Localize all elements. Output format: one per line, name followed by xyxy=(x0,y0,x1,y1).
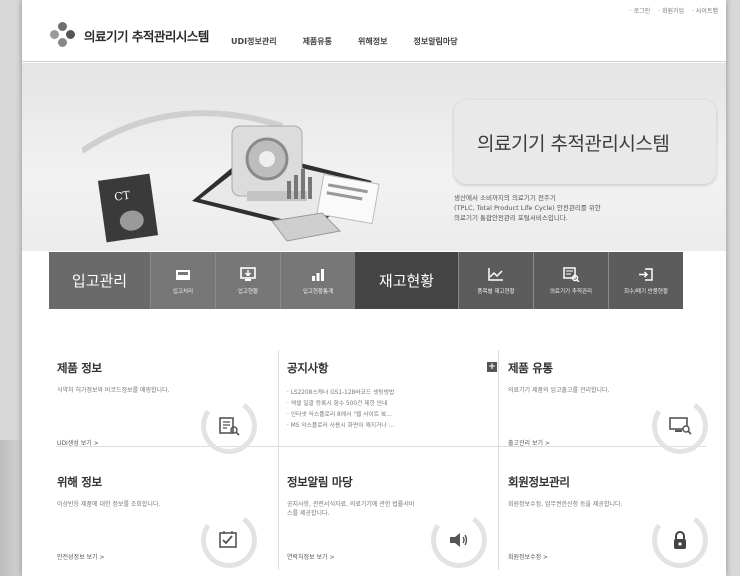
card-desc: 회원정보수정, 업무권한신청 등을 제공합니다. xyxy=(508,501,623,508)
hero-banner: CT 의료기기 추적관리시스템 생산에서 소비까지의 의료기기 전주기 (TPL… xyxy=(22,63,726,251)
menu-stock-in[interactable]: 입고관리 xyxy=(49,252,150,309)
logo-dots-icon xyxy=(50,22,76,48)
inbox-icon xyxy=(176,269,190,280)
menu-inventory[interactable]: 재고현황 xyxy=(355,252,458,309)
card-notice: 공지사항 + LS2208스캐너 GS1-128바코드 셋팅방법 엑셀 일괄 등… xyxy=(287,360,497,470)
menu-stock-status[interactable]: 입고현황 xyxy=(215,252,280,309)
hero-description: 생산에서 소비까지의 의료기기 전주기 (TPLC, Total Product… xyxy=(454,193,684,223)
site-logo[interactable]: 의료기기 추적관리시스템 xyxy=(50,22,209,48)
notice-item[interactable]: LS2208스캐너 GS1-128바코드 셋팅방법 xyxy=(287,388,497,399)
nav-hazard[interactable]: 위해정보 xyxy=(358,36,387,47)
document-search-icon xyxy=(219,417,240,436)
menu-label: 입고현황통계 xyxy=(302,288,334,295)
hero-title-box: 의료기기 추적관리시스템 xyxy=(454,100,716,184)
signup-link[interactable]: 회원가입 xyxy=(658,6,684,15)
document-search-icon xyxy=(563,266,580,282)
hero-desc-line: 생산에서 소비까지의 의료기기 전주기 xyxy=(454,194,556,202)
menu-stock-process[interactable]: 입고처리 xyxy=(150,252,215,309)
safety-info-link[interactable]: 안전성정보 보기 > xyxy=(57,552,104,561)
card-title: 제품 유통 xyxy=(508,361,553,375)
page: 로그인 회원가입 사이트맵 의료기기 추적관리시스템 UDI정보관리 제품유통 … xyxy=(22,0,726,576)
site-header: 로그인 회원가입 사이트맵 의료기기 추적관리시스템 UDI정보관리 제품유통 … xyxy=(22,0,726,62)
hero-desc-line: (TPLC, Total Product Life Cycle) 안전관리를 위… xyxy=(454,204,601,212)
card-desc: 이상반응 제품에 대한 정보를 조회합니다. xyxy=(57,501,161,508)
notice-item[interactable]: MS 익스플로러 사용시 화면이 깨지거나 ... xyxy=(287,421,497,432)
quick-menu-bar: 입고관리 입고처리 입고현황 입고현황통계 재고현황 품목별 재고현황 의료기기… xyxy=(49,252,713,309)
divider xyxy=(498,350,499,570)
hero-title: 의료기기 추적관리시스템 xyxy=(477,133,670,155)
main-nav: UDI정보관리 제품유통 위해정보 정보알림마당 xyxy=(231,36,458,47)
utility-links: 로그인 회원가입 사이트맵 xyxy=(630,6,718,15)
card-info-board: 정보알림 마당 공지사항, 관련서식자료, 의료기기에 관한 법률서비스를 제공… xyxy=(287,474,497,576)
lock-icon xyxy=(674,531,686,549)
card-title: 제품 정보 xyxy=(57,361,102,375)
line-chart-icon xyxy=(488,267,503,281)
menu-label: 입고현황 xyxy=(237,288,259,295)
nav-info-board[interactable]: 정보알림마당 xyxy=(413,36,457,47)
nav-distribution[interactable]: 제품유통 xyxy=(303,36,332,47)
info-cards: 제품 정보 식약처 허가정보와 바코드정보를 매핑합니다. UDI생성 보기 >… xyxy=(22,330,726,576)
notice-more-button[interactable]: + xyxy=(487,362,497,372)
notice-item[interactable]: 인터넷 익스플로러 8에서 "웹 사이트 복... xyxy=(287,410,497,421)
login-link[interactable]: 로그인 xyxy=(630,6,651,15)
menu-label: 회수/폐기 반품현황 xyxy=(623,288,669,295)
menu-label: 입고처리 xyxy=(172,288,194,295)
speaker-icon xyxy=(450,533,468,547)
menu-stock-stats[interactable]: 입고현황통계 xyxy=(280,252,355,309)
checklist-icon xyxy=(219,531,237,548)
card-member: 회원정보관리 회원정보수정, 업무권한신청 등을 제공합니다. 회원정보수정 > xyxy=(508,474,718,576)
card-desc: 공지사항, 관련서식자료, 의료기기에 관한 법률서비스를 제공합니다. xyxy=(287,501,415,517)
notice-list: LS2208스캐너 GS1-128바코드 셋팅방법 엑셀 일괄 등록시 항수 5… xyxy=(287,388,497,432)
monitor-download-icon xyxy=(240,266,256,281)
menu-tracking[interactable]: 의료기기 추적관리 xyxy=(533,252,608,309)
card-distribution: 제품 유통 의료기기 제품의 입고출고를 관리합니다. 출고관리 보기 > xyxy=(508,360,718,470)
ct-label: CT xyxy=(113,189,131,204)
nav-udi[interactable]: UDI정보관리 xyxy=(231,36,277,47)
bar-chart-icon xyxy=(312,268,324,281)
card-title: 위해 정보 xyxy=(57,475,102,489)
hero-illustration: CT xyxy=(82,110,380,243)
card-title: 회원정보관리 xyxy=(508,475,570,489)
notice-item[interactable]: 엑셀 일괄 등록시 항수 500건 제한 안내 xyxy=(287,399,497,410)
card-desc: 의료기기 제품의 입고출고를 관리합니다. xyxy=(508,387,610,394)
contact-info-link[interactable]: 연락처정보 보기 > xyxy=(287,552,334,561)
menu-label: 품목별 재고현황 xyxy=(477,288,515,295)
udi-create-link[interactable]: UDI생성 보기 > xyxy=(57,438,99,447)
card-hazard: 위해 정보 이상반응 제품에 대한 정보를 조회합니다. 안전성정보 보기 > xyxy=(57,474,267,576)
shipping-manage-link[interactable]: 출고관리 보기 > xyxy=(508,438,550,447)
card-title: 공지사항 xyxy=(287,361,329,375)
monitor-search-icon xyxy=(669,417,692,435)
menu-return[interactable]: 회수/폐기 반품현황 xyxy=(608,252,683,309)
menu-label: 의료기기 추적관리 xyxy=(549,288,593,295)
sitemap-link[interactable]: 사이트맵 xyxy=(692,6,718,15)
card-title: 정보알림 마당 xyxy=(287,475,353,489)
site-title: 의료기기 추적관리시스템 xyxy=(84,28,209,44)
card-desc: 식약처 허가정보와 바코드정보를 매핑합니다. xyxy=(57,387,170,394)
member-edit-link[interactable]: 회원정보수정 > xyxy=(508,552,548,561)
hero-desc-line: 의료기기 통합안전관리 포털서비스입니다. xyxy=(454,214,568,222)
sign-in-icon xyxy=(639,267,653,281)
menu-item-inventory[interactable]: 품목별 재고현황 xyxy=(458,252,533,309)
divider xyxy=(278,350,279,570)
card-product-info: 제품 정보 식약처 허가정보와 바코드정보를 매핑합니다. UDI생성 보기 > xyxy=(57,360,267,470)
